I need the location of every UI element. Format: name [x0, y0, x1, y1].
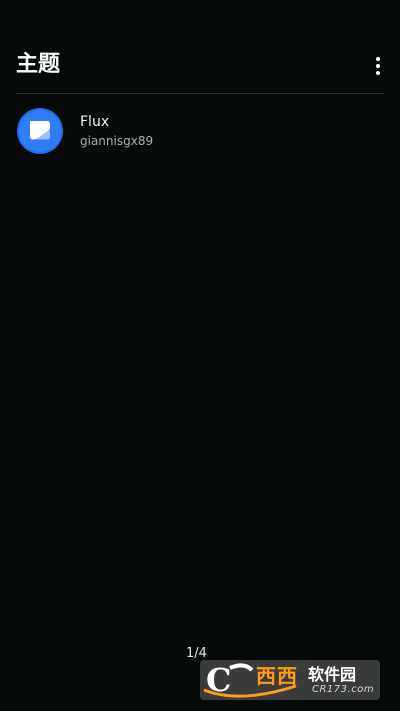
theme-list: Flux giannisgx89 — [0, 100, 400, 162]
watermark-domain: CR173.com — [312, 684, 375, 695]
page-title: 主题 — [16, 52, 61, 77]
watermark-c-letter: C — [206, 661, 232, 699]
theme-list-item[interactable]: Flux giannisgx89 — [0, 100, 400, 162]
flux-theme-icon — [17, 108, 63, 154]
more-options-button[interactable] — [364, 52, 392, 80]
more-vert-icon — [376, 57, 380, 61]
app-header: 主题 — [0, 0, 400, 94]
watermark-text: 软件园 — [308, 665, 357, 684]
more-vert-icon-dot — [376, 64, 380, 68]
watermark-brand: 西西 — [256, 664, 298, 688]
header-divider — [16, 93, 384, 94]
theme-author: giannisgx89 — [80, 134, 154, 148]
more-vert-icon-dot — [376, 71, 380, 75]
theme-name: Flux — [80, 114, 110, 130]
watermark-logo: C 西西 软件园 CR173.com — [200, 660, 380, 700]
